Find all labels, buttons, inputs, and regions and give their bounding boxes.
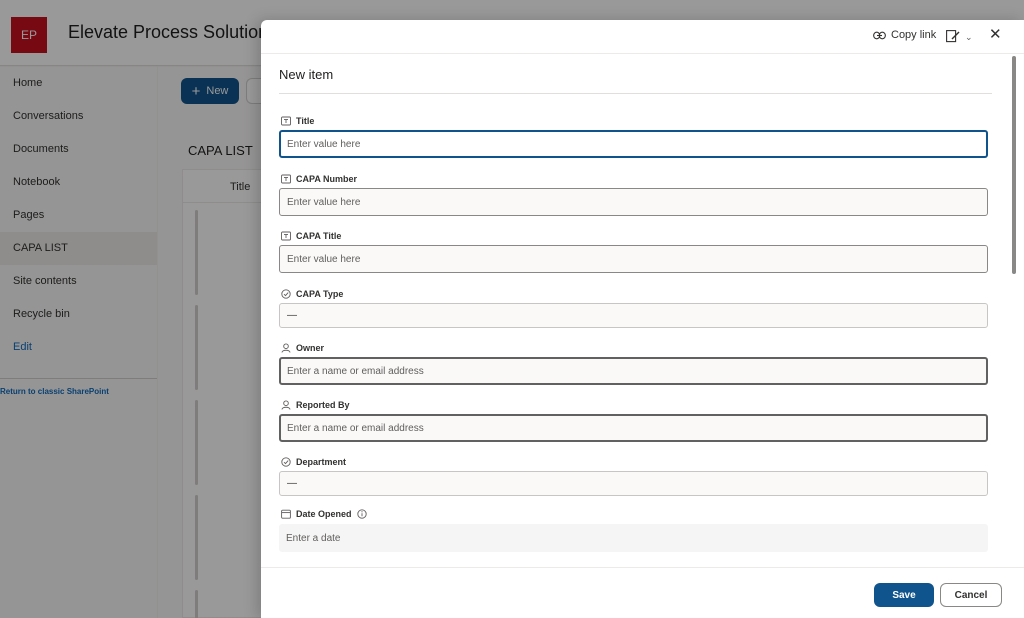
capa-title-input[interactable]: Enter value here [279, 245, 988, 273]
text-field-icon [281, 116, 291, 126]
reported-by-people-picker[interactable]: Enter a name or email address [279, 414, 988, 442]
department-field-label: Department [281, 457, 346, 467]
title-field-label: Title [281, 116, 314, 126]
capa-type-dropdown[interactable]: — [279, 303, 988, 328]
text-field-icon [281, 231, 291, 241]
form-body: Title Enter value here CAPA Number Enter… [261, 100, 1006, 567]
copy-link-button[interactable]: Copy link [873, 29, 936, 41]
panel-footer: Save Cancel [261, 567, 1024, 618]
new-item-panel: Copy link ⌄ ✕ New item Title Enter value… [261, 20, 1024, 618]
capa-title-field-label: CAPA Title [281, 231, 341, 241]
form-scrollbar[interactable] [1012, 56, 1016, 274]
close-icon[interactable]: ✕ [989, 27, 1002, 42]
copy-link-label: Copy link [891, 29, 937, 41]
choice-icon [281, 289, 291, 299]
person-icon [281, 400, 291, 410]
edit-form-icon [946, 30, 960, 43]
edit-form-button[interactable] [946, 30, 960, 46]
text-field-icon [281, 174, 291, 184]
panel-header: Copy link ⌄ ✕ [261, 20, 1024, 54]
cancel-button[interactable]: Cancel [940, 583, 1002, 607]
title-input[interactable]: Enter value here [279, 130, 988, 158]
choice-icon [281, 457, 291, 467]
owner-people-picker[interactable]: Enter a name or email address [279, 357, 988, 385]
department-dropdown[interactable]: — [279, 471, 988, 496]
save-button[interactable]: Save [874, 583, 934, 607]
title-divider [279, 93, 992, 94]
owner-field-label: Owner [281, 343, 324, 353]
reported-by-field-label: Reported By [281, 400, 350, 410]
panel-title: New item [279, 67, 334, 82]
chevron-down-icon[interactable]: ⌄ [965, 30, 973, 44]
date-opened-field-label: Date Opened [281, 509, 367, 519]
calendar-icon [281, 509, 291, 519]
person-icon [281, 343, 291, 353]
info-icon[interactable] [356, 509, 367, 519]
capa-number-input[interactable]: Enter value here [279, 188, 988, 216]
capa-number-field-label: CAPA Number [281, 174, 357, 184]
capa-type-field-label: CAPA Type [281, 289, 343, 299]
link-icon [873, 31, 886, 39]
date-opened-picker[interactable]: Enter a date [279, 524, 988, 552]
